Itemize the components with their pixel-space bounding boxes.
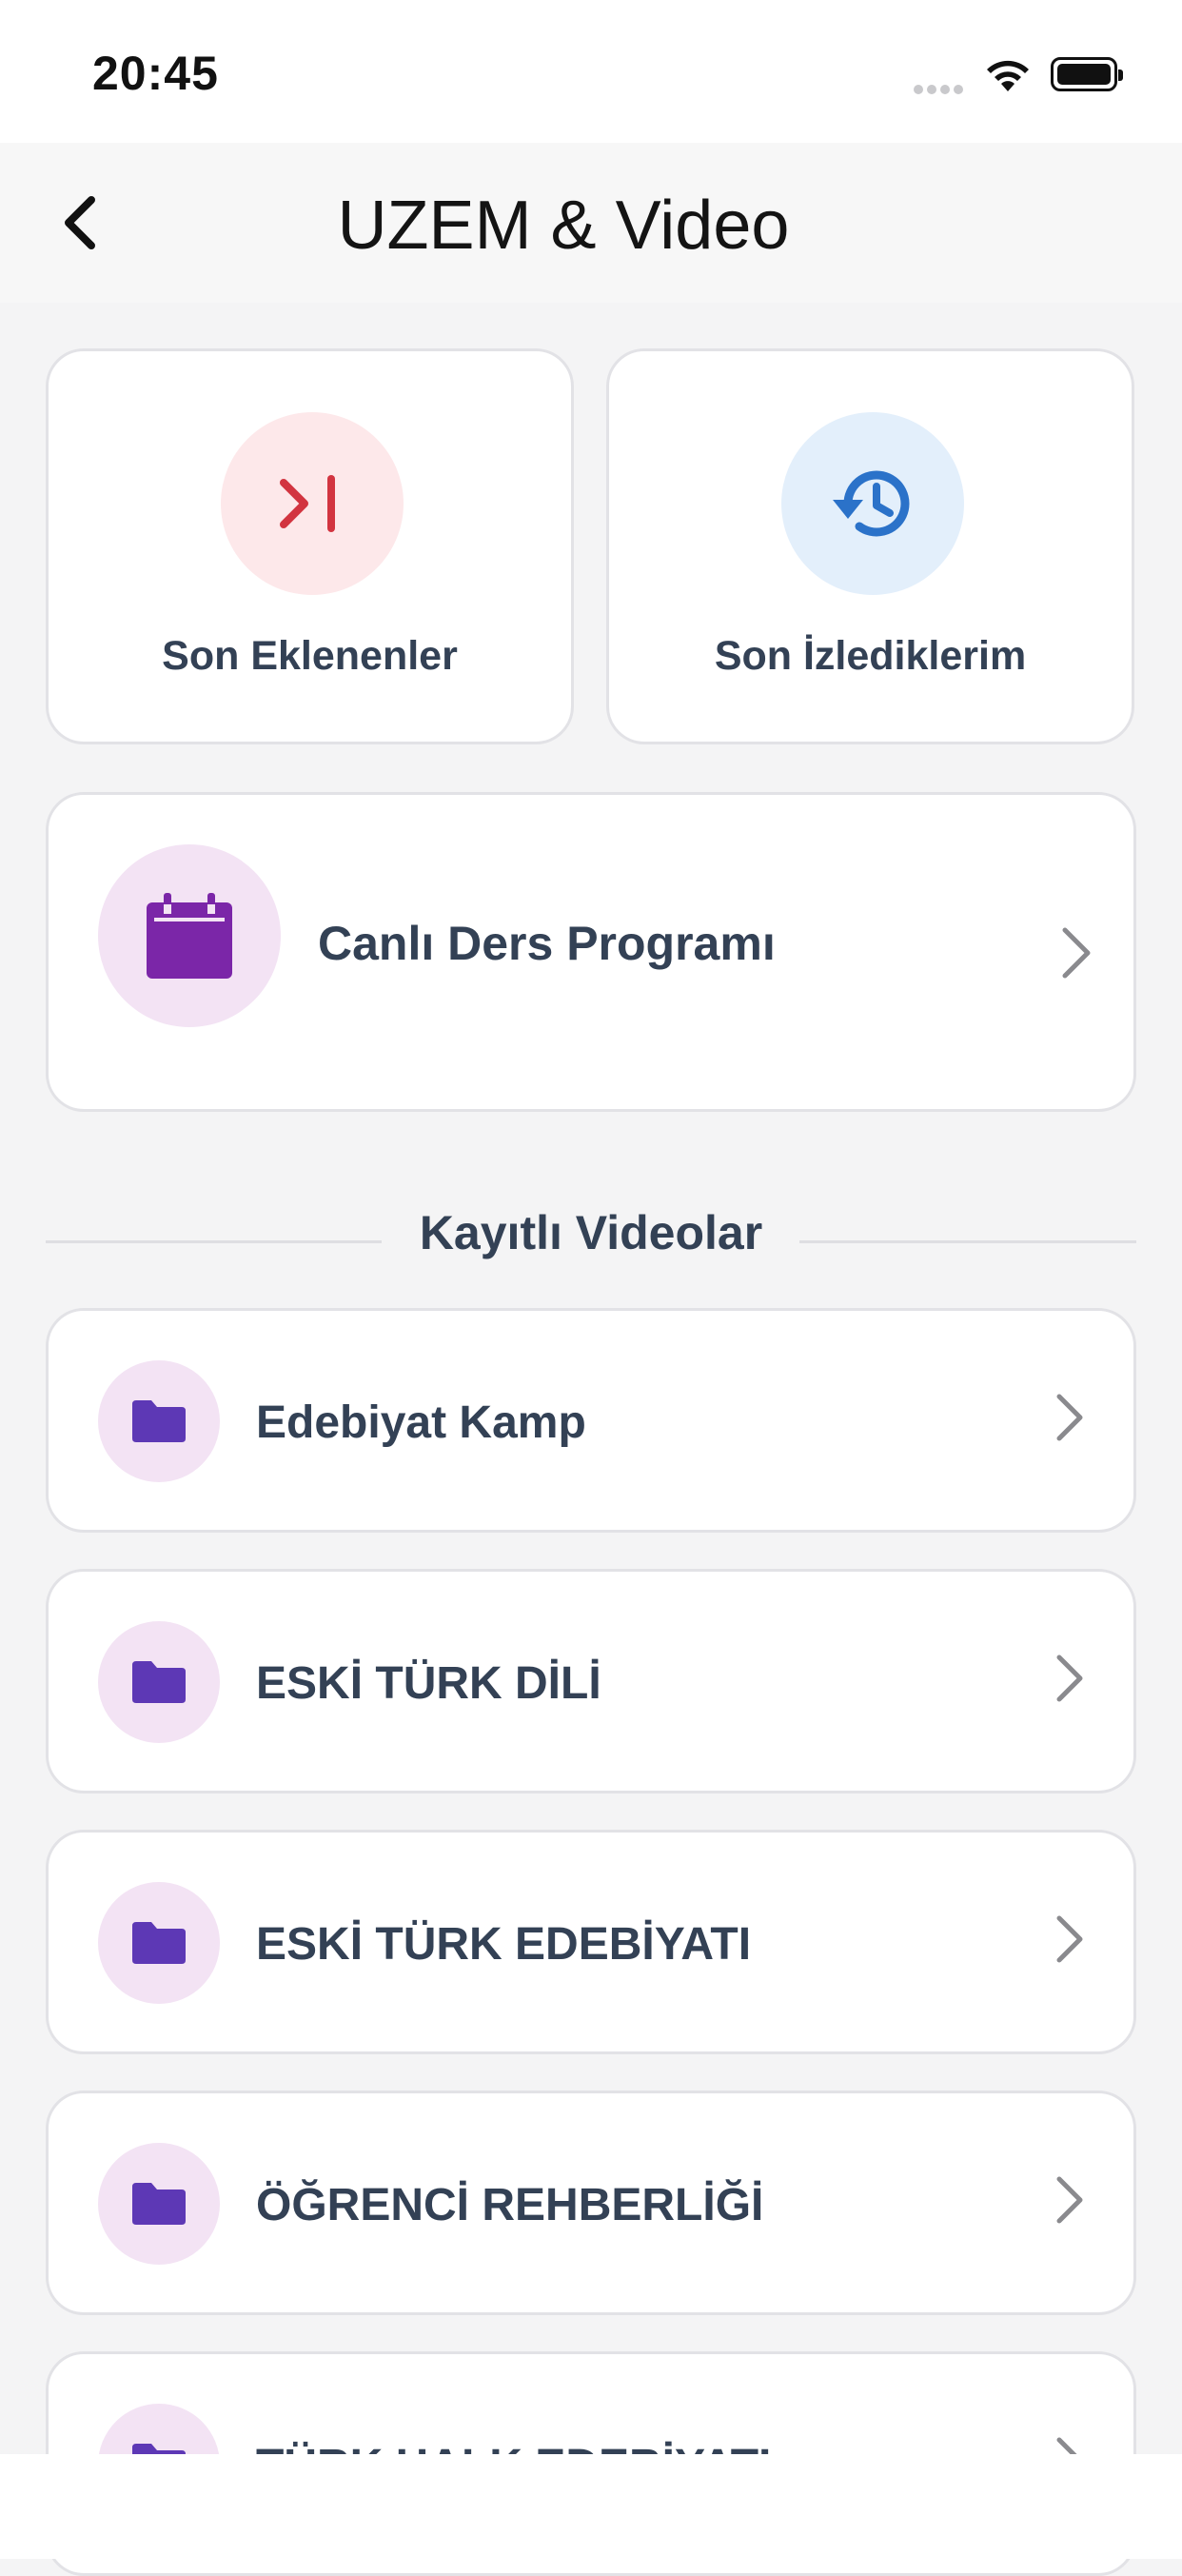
folder-label: ESKİ TÜRK EDEBİYATI [256, 1919, 752, 1970]
chevron-right-icon [1056, 1915, 1083, 1963]
status-bar: 20:45 [0, 0, 1182, 143]
folder-row[interactable]: Edebiyat Kamp [46, 1308, 1136, 1533]
folder-icon [132, 1400, 186, 1442]
calendar-icon [147, 893, 232, 979]
folder-icon [132, 1922, 186, 1964]
recently-added-icon-circle [221, 412, 404, 595]
recently-added-label: Son Eklenenler [162, 633, 458, 679]
folder-icon-circle [98, 1621, 220, 1743]
section-title: Kayıtlı Videolar [419, 1206, 763, 1259]
recently-watched-label: Son İzlediklerim [714, 633, 1027, 679]
folder-icon-circle [98, 2143, 220, 2265]
folder-icon-circle [98, 1360, 220, 1482]
chevron-right-icon [1062, 927, 1091, 979]
battery-icon [1051, 57, 1123, 91]
folder-icon-circle [98, 1882, 220, 2004]
folder-icon [132, 1661, 186, 1703]
chevron-right-icon [1056, 2176, 1083, 2224]
cellular-signal-icon [914, 82, 969, 94]
recently-watched-icon-circle [781, 412, 964, 595]
status-time: 20:45 [92, 47, 219, 100]
skip-forward-icon [280, 475, 335, 532]
page-title: UZEM & Video [337, 188, 790, 264]
navigation-bar: UZEM & Video [0, 143, 1182, 303]
history-icon [833, 470, 910, 537]
bottom-safe-area [0, 2454, 1182, 2559]
folder-label: Edebiyat Kamp [256, 1397, 586, 1448]
folder-label: ESKİ TÜRK DİLİ [256, 1658, 601, 1709]
folder-icon [132, 2183, 186, 2225]
chevron-right-icon [1056, 1655, 1083, 1702]
wifi-icon [987, 60, 1029, 91]
live-schedule-label: Canlı Ders Programı [318, 917, 776, 970]
chevron-right-icon [1056, 1394, 1083, 1441]
live-schedule-icon-circle [98, 844, 281, 1027]
recently-watched-tile[interactable]: Son İzlediklerim [606, 348, 1134, 744]
folder-row[interactable]: ESKİ TÜRK EDEBİYATI [46, 1830, 1136, 2054]
folder-row[interactable]: ÖĞRENCİ REHBERLİĞİ [46, 2091, 1136, 2315]
live-schedule-card[interactable]: Canlı Ders Programı [46, 792, 1136, 1112]
folder-label: ÖĞRENCİ REHBERLİĞİ [256, 2180, 764, 2230]
recently-added-tile[interactable]: Son Eklenenler [46, 348, 574, 744]
folder-row[interactable]: ESKİ TÜRK DİLİ [46, 1569, 1136, 1793]
